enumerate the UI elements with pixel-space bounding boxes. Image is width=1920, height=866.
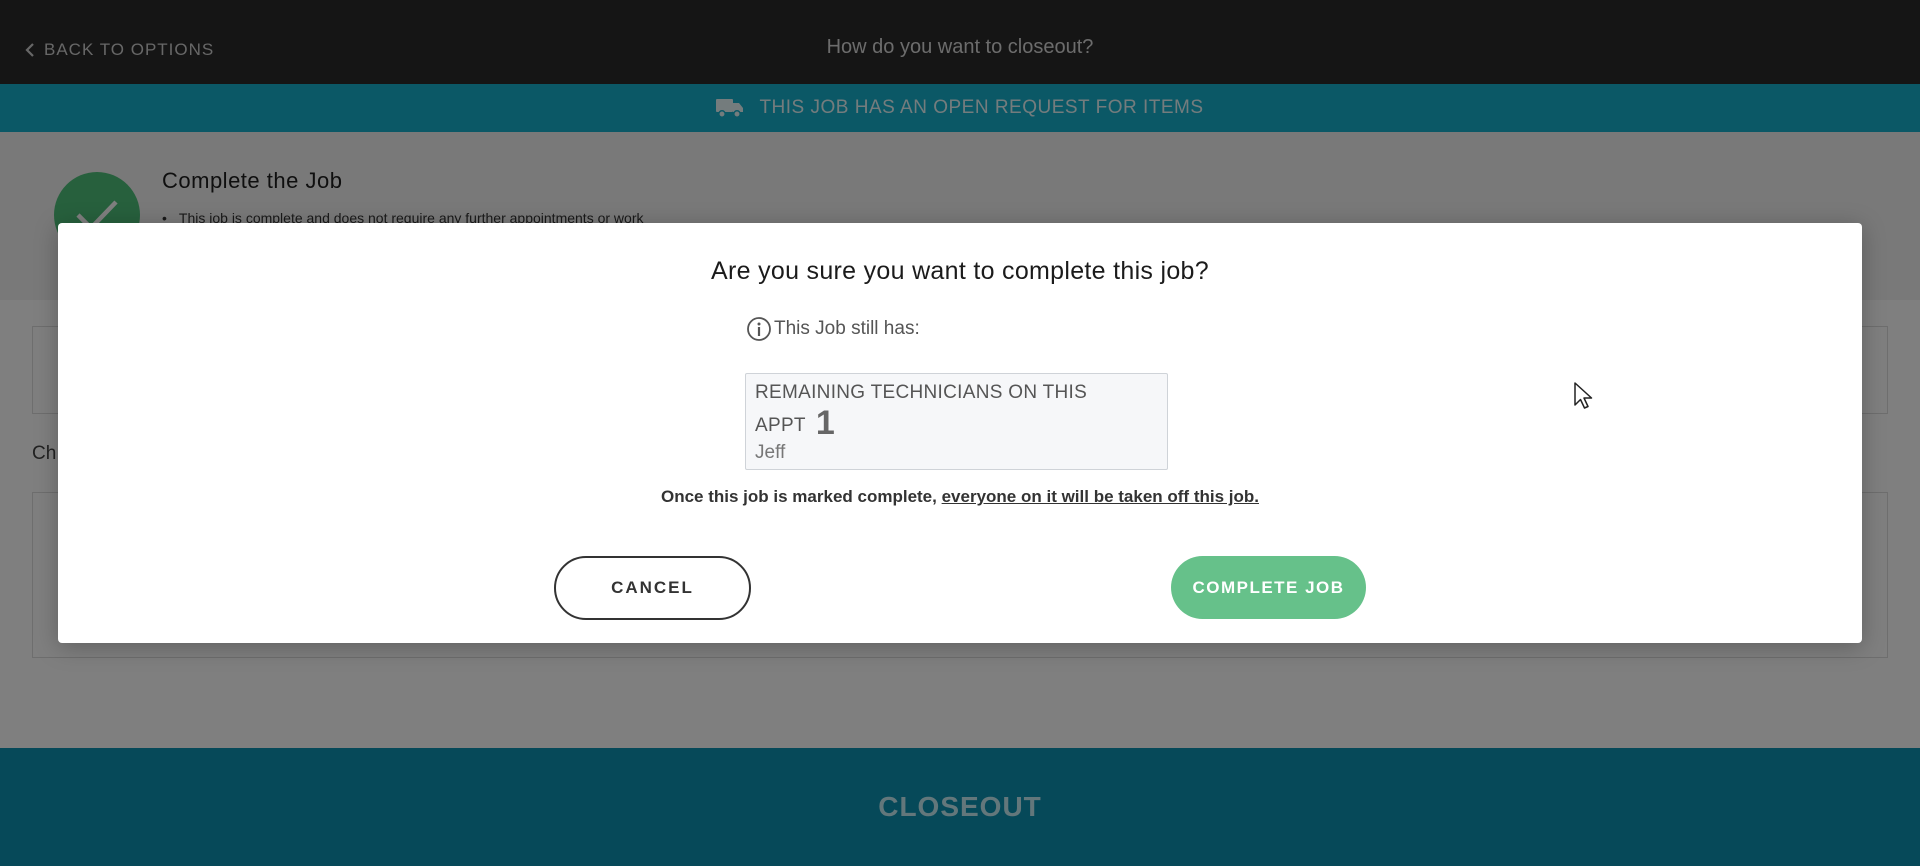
warning-link[interactable]: everyone on it will be taken off this jo… xyxy=(942,487,1259,506)
modal-title: Are you sure you want to complete this j… xyxy=(711,257,1209,285)
warning-text: Once this job is marked complete, xyxy=(661,487,942,506)
technicians-heading: REMAINING TECHNICIANS ON THIS APPT 1 xyxy=(755,378,1158,441)
cancel-button[interactable]: CANCEL xyxy=(554,556,751,620)
completion-warning: Once this job is marked complete, everyo… xyxy=(58,487,1862,507)
info-line: This Job still has: xyxy=(746,316,920,342)
technician-name: Jeff xyxy=(755,442,786,463)
technician-count: 1 xyxy=(815,404,836,442)
remaining-technicians-box: REMAINING TECHNICIANS ON THIS APPT 1 Jeff xyxy=(745,373,1168,470)
confirm-complete-modal: Are you sure you want to complete this j… xyxy=(58,223,1862,643)
mouse-cursor-icon xyxy=(1574,382,1593,409)
technicians-heading-text: REMAINING TECHNICIANS ON THIS APPT xyxy=(755,382,1088,436)
complete-job-button[interactable]: COMPLETE JOB xyxy=(1171,556,1366,619)
info-circle-icon xyxy=(747,317,771,341)
info-text: This Job still has: xyxy=(774,318,920,339)
